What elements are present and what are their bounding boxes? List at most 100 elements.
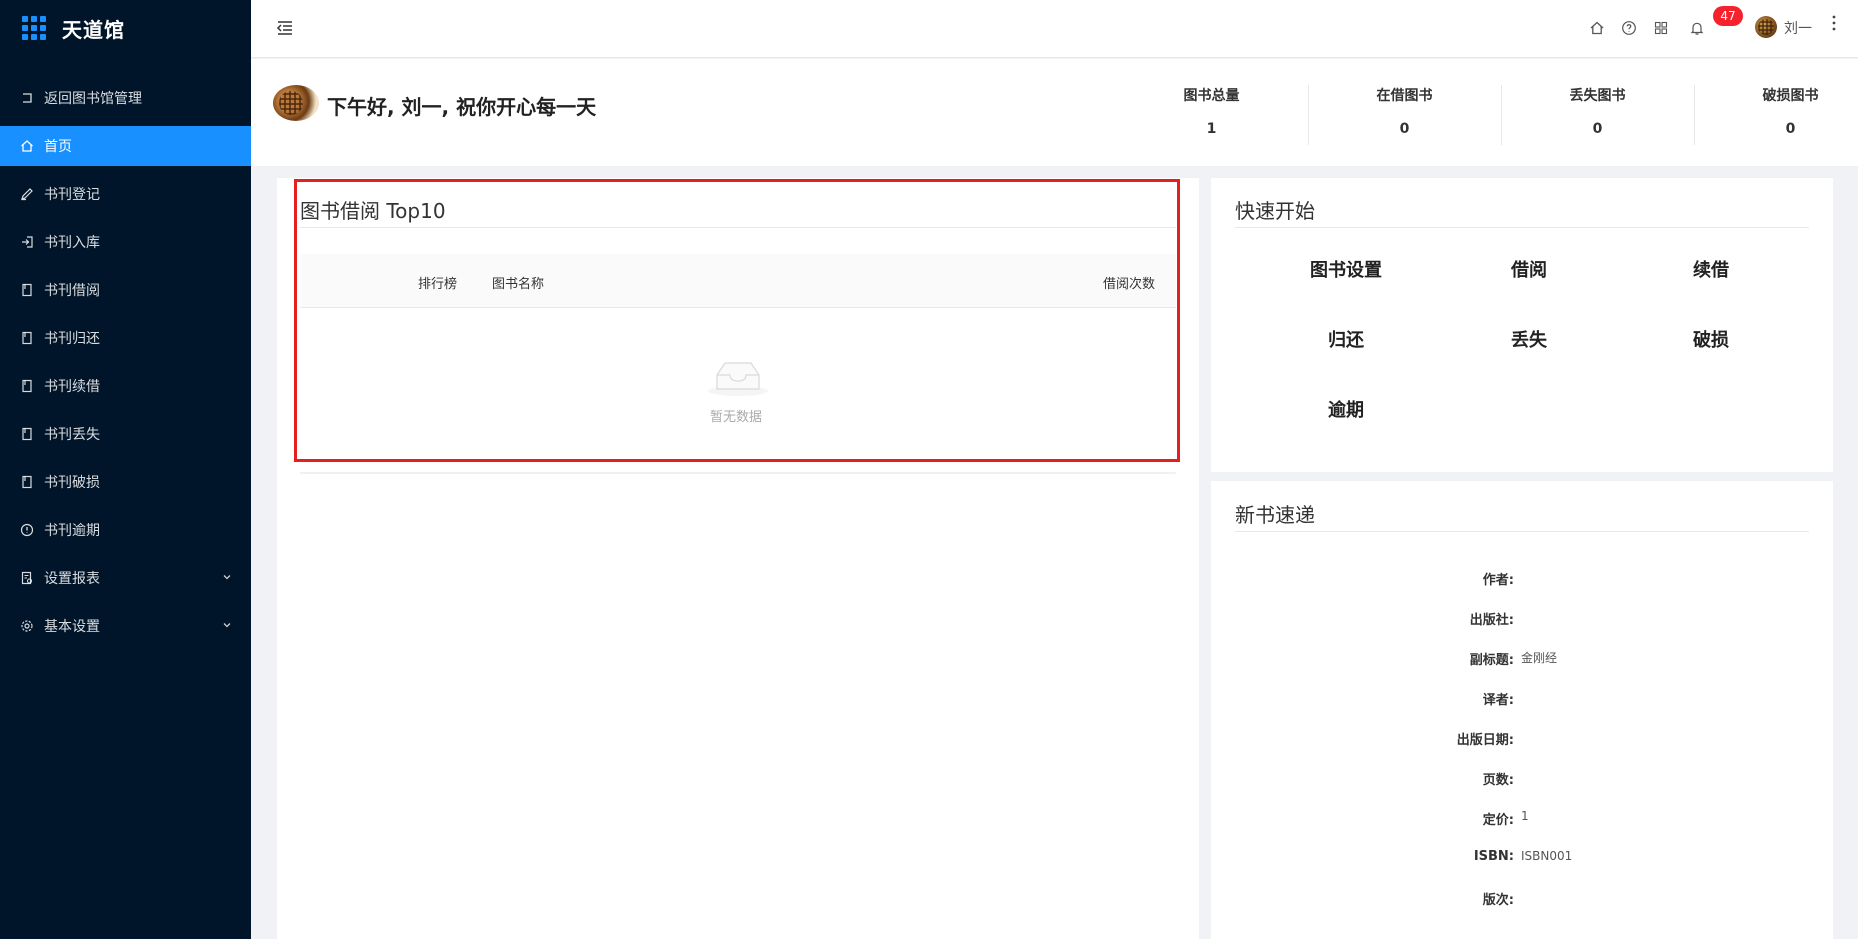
new-books-title: 新书速递 bbox=[1235, 503, 1315, 527]
apps-grid-icon bbox=[22, 16, 46, 40]
return-icon bbox=[20, 91, 34, 105]
field-label-subtitle: 副标题: bbox=[1469, 653, 1514, 668]
stat-label: 破损图书 bbox=[1762, 88, 1819, 104]
top-header: 47 刘一 bbox=[251, 0, 1858, 58]
sidebar-item-label: 设置报表 bbox=[44, 571, 100, 587]
greeting: 下午好, 刘一, 祝你开心每一天 bbox=[327, 95, 597, 119]
field-label-pages: 页数: bbox=[1482, 773, 1514, 788]
stat-lost-books: 丢失图书 0 bbox=[1501, 85, 1694, 145]
field-value-subtitle: 金刚经 bbox=[1521, 651, 1558, 665]
app-title: 天道馆 bbox=[62, 17, 125, 42]
more-vertical-icon[interactable] bbox=[1832, 14, 1836, 32]
sidebar-item-overdue[interactable]: 书刊逾期 bbox=[0, 510, 251, 550]
sidebar-item-lost[interactable]: 书刊丢失 bbox=[0, 414, 251, 454]
quick-overdue[interactable]: 逾期 bbox=[1276, 396, 1416, 422]
welcome-panel: 下午好, 刘一, 祝你开心每一天 图书总量 1 在借图书 0 丢失图书 0 破损… bbox=[251, 59, 1858, 166]
field-label-price: 定价: bbox=[1482, 813, 1514, 828]
sidebar-item-label: 返回图书馆管理 bbox=[44, 91, 142, 107]
stat-damaged-books: 破损图书 0 bbox=[1694, 85, 1858, 145]
sidebar-item-return-book[interactable]: 书刊归还 bbox=[0, 318, 251, 358]
home-icon[interactable] bbox=[1589, 20, 1605, 36]
quick-book-settings[interactable]: 图书设置 bbox=[1276, 256, 1416, 282]
divider bbox=[1235, 531, 1809, 532]
stat-value: 0 bbox=[1399, 121, 1410, 137]
top10-title: 图书借阅 Top10 bbox=[300, 199, 446, 223]
divider bbox=[300, 227, 1176, 228]
sidebar-item-home[interactable]: 首页 bbox=[0, 126, 251, 166]
field-label-isbn: ISBN: bbox=[1473, 849, 1514, 864]
stat-label: 丢失图书 bbox=[1569, 88, 1626, 104]
book-icon bbox=[20, 475, 34, 489]
sidebar-item-reports[interactable]: 设置报表 bbox=[0, 558, 251, 598]
sidebar-menu: 返回图书馆管理 首页 书刊登记 书刊入库 书刊借阅 书刊归还 书刊续借 书刊丢失… bbox=[0, 78, 251, 646]
sidebar-item-return[interactable]: 返回图书馆管理 bbox=[0, 78, 251, 118]
import-icon bbox=[20, 235, 34, 249]
field-label-author: 作者: bbox=[1482, 573, 1514, 588]
sidebar-item-label: 书刊入库 bbox=[44, 235, 100, 251]
sidebar-item-import[interactable]: 书刊入库 bbox=[0, 222, 251, 262]
field-label-translator: 译者: bbox=[1482, 693, 1514, 708]
gear-icon bbox=[20, 619, 34, 633]
sidebar-item-label: 基本设置 bbox=[44, 619, 100, 635]
divider bbox=[1235, 227, 1809, 228]
sidebar-item-damaged[interactable]: 书刊破损 bbox=[0, 462, 251, 502]
chevron-down-icon bbox=[223, 623, 231, 628]
stat-borrowed-books: 在借图书 0 bbox=[1308, 85, 1501, 145]
field-label-edition: 版次: bbox=[1482, 893, 1514, 908]
stat-value: 0 bbox=[1592, 121, 1603, 137]
column-book-name[interactable]: 图书名称 bbox=[492, 273, 544, 292]
field-value-isbn: ISBN001 bbox=[1521, 849, 1573, 863]
sidebar-item-settings[interactable]: 基本设置 bbox=[0, 606, 251, 646]
clock-alert-icon bbox=[20, 523, 34, 537]
report-icon bbox=[20, 571, 34, 585]
help-icon[interactable] bbox=[1621, 20, 1637, 36]
book-icon bbox=[20, 427, 34, 441]
stat-label: 在借图书 bbox=[1376, 88, 1433, 104]
logo[interactable]: 天道馆 bbox=[0, 0, 251, 56]
field-value-price: 1 bbox=[1521, 809, 1529, 823]
quick-damaged[interactable]: 破损 bbox=[1641, 326, 1781, 352]
sidebar-item-label: 书刊丢失 bbox=[44, 427, 100, 443]
sidebar-item-register[interactable]: 书刊登记 bbox=[0, 174, 251, 214]
sidebar-item-borrow[interactable]: 书刊借阅 bbox=[0, 270, 251, 310]
divider bbox=[300, 472, 1176, 474]
field-label-publish-date: 出版日期: bbox=[1456, 733, 1514, 748]
empty-inbox-icon bbox=[708, 362, 768, 396]
sidebar-item-label: 书刊续借 bbox=[44, 379, 100, 395]
bell-icon[interactable] bbox=[1689, 20, 1705, 36]
quick-renew[interactable]: 续借 bbox=[1641, 256, 1781, 282]
avatar[interactable] bbox=[1755, 16, 1777, 38]
empty-text: 暂无数据 bbox=[710, 410, 763, 425]
column-rank[interactable]: 排行榜 bbox=[418, 273, 457, 292]
stat-total-books: 图书总量 1 bbox=[1115, 85, 1308, 145]
stat-label: 图书总量 bbox=[1183, 88, 1240, 104]
pen-icon bbox=[20, 187, 34, 201]
sidebar-item-label: 书刊归还 bbox=[44, 331, 100, 347]
stat-value: 1 bbox=[1206, 121, 1217, 137]
column-borrow-count[interactable]: 借阅次数 bbox=[1103, 273, 1155, 292]
field-label-publisher: 出版社: bbox=[1469, 613, 1514, 628]
book-icon bbox=[20, 379, 34, 393]
sidebar-item-label: 书刊逾期 bbox=[44, 523, 100, 539]
username[interactable]: 刘一 bbox=[1784, 18, 1812, 38]
quick-return[interactable]: 归还 bbox=[1276, 326, 1416, 352]
book-icon bbox=[20, 283, 34, 297]
sidebar-item-label: 书刊借阅 bbox=[44, 283, 100, 299]
notification-badge: 47 bbox=[1713, 6, 1743, 26]
quick-lost[interactable]: 丢失 bbox=[1459, 326, 1599, 352]
user-avatar bbox=[273, 85, 319, 121]
sidebar-item-label: 首页 bbox=[44, 139, 72, 155]
chevron-down-icon bbox=[223, 575, 231, 580]
quick-borrow[interactable]: 借阅 bbox=[1459, 256, 1599, 282]
sidebar-item-label: 书刊登记 bbox=[44, 187, 100, 203]
apps-icon[interactable] bbox=[1653, 20, 1669, 36]
sidebar-item-renew[interactable]: 书刊续借 bbox=[0, 366, 251, 406]
top10-table-header: 排行榜 图书名称 借阅次数 bbox=[300, 254, 1176, 308]
stat-value: 0 bbox=[1785, 121, 1796, 137]
home-icon bbox=[20, 139, 34, 153]
menu-collapse-icon[interactable] bbox=[275, 18, 295, 38]
book-icon bbox=[20, 331, 34, 345]
sidebar: 天道馆 返回图书馆管理 首页 书刊登记 书刊入库 书刊借阅 书刊归还 书刊续借 … bbox=[0, 0, 251, 939]
new-books-card bbox=[1211, 481, 1833, 939]
sidebar-item-label: 书刊破损 bbox=[44, 475, 100, 491]
